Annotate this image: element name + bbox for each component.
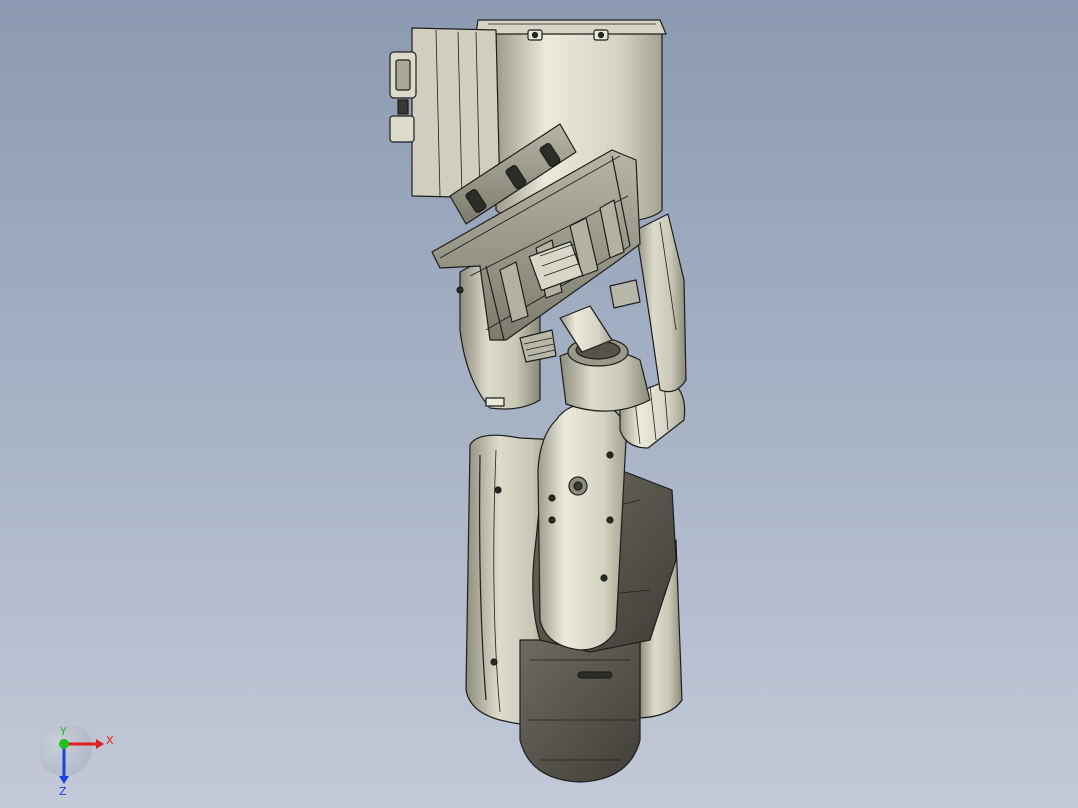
shoulder-right-shell[interactable] <box>635 213 687 393</box>
z-axis-arrowhead <box>59 776 69 784</box>
z-axis-label: Z <box>59 785 67 796</box>
axis-triad: X Y Z <box>40 726 114 796</box>
elbow-cover[interactable] <box>537 402 627 651</box>
y-axis-dot <box>59 739 69 749</box>
graphics-viewport[interactable]: X Y Z <box>0 0 1078 808</box>
base-casting[interactable] <box>519 639 641 783</box>
cable-connector-bottom[interactable] <box>389 115 415 143</box>
robot-arm-model[interactable] <box>0 0 1078 808</box>
y-axis-label: Y <box>59 726 67 738</box>
x-axis-arrowhead <box>96 739 104 749</box>
x-axis-label: X <box>106 734 114 747</box>
